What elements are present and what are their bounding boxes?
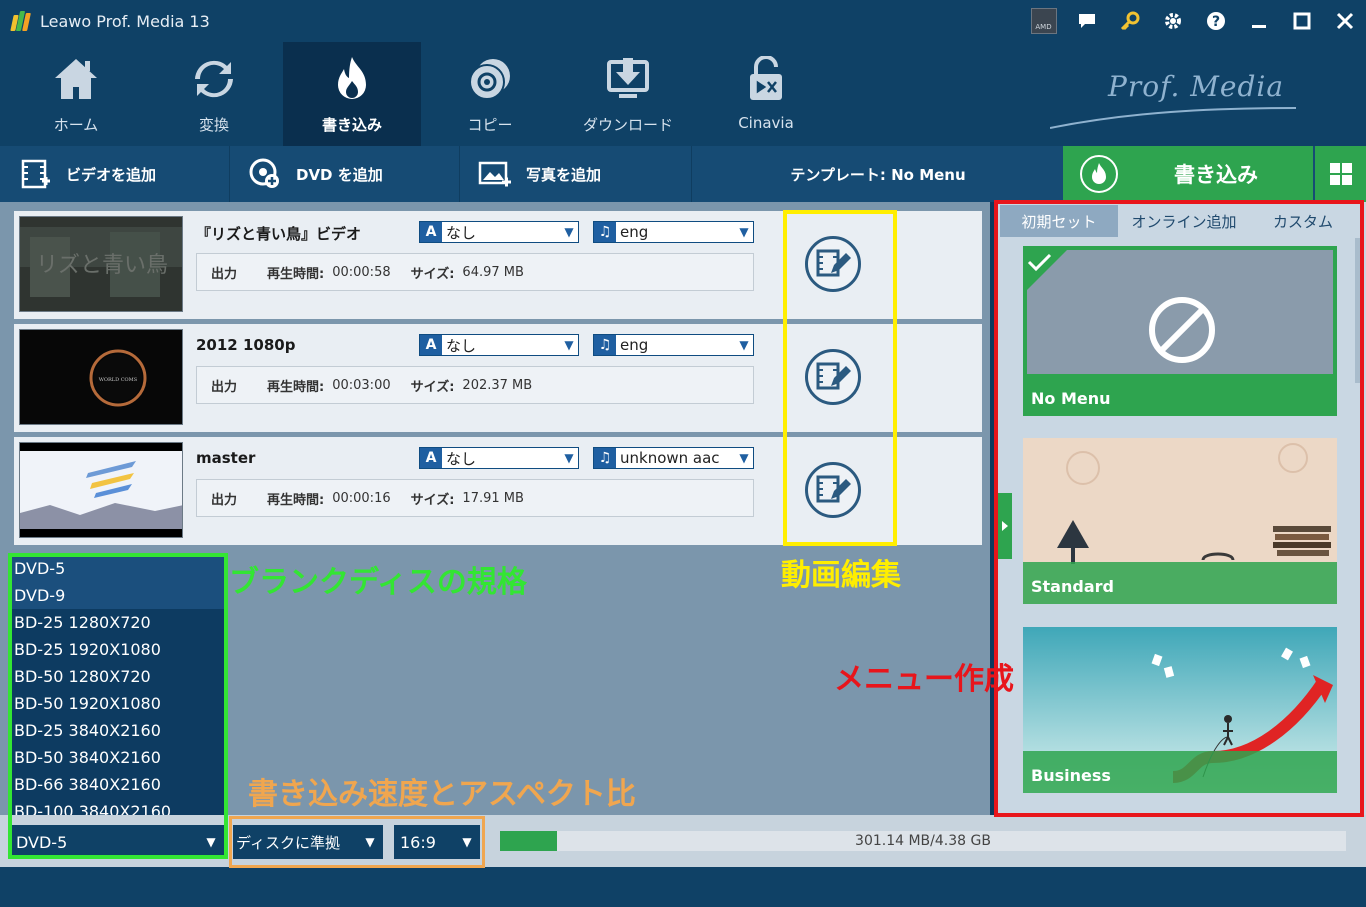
subtitle-icon: A — [420, 448, 442, 468]
add-photo-button[interactable]: 写真を追加 — [460, 146, 692, 202]
speed-aspect-highlight — [229, 816, 485, 868]
amd-badge[interactable]: AMD — [1022, 0, 1065, 42]
video-info: 出力 再生時間: 00:00:16 サイズ: 17.91 MB — [196, 479, 754, 517]
disc-spec-annotation: ブランクディスの規格 — [229, 565, 527, 600]
chevron-down-icon: ▼ — [564, 338, 574, 352]
svg-text:?: ? — [1211, 14, 1219, 30]
capacity-text: 301.14 MB/4.38 GB — [855, 833, 991, 849]
copy-disc-icon — [465, 54, 515, 104]
download-icon — [603, 54, 653, 104]
speed-aspect-annotation: 書き込み速度とアスペクト比 — [248, 777, 636, 812]
convert-icon — [189, 54, 239, 104]
close-button[interactable] — [1323, 0, 1366, 42]
subtitle-select[interactable]: A なし ▼ — [419, 221, 579, 243]
video-edit-highlight — [783, 210, 897, 546]
add-dvd-icon — [248, 157, 282, 191]
music-note-icon: ♫ — [594, 335, 616, 355]
cinavia-lock-icon — [741, 54, 791, 104]
brand-logo: Prof. Media — [1050, 62, 1300, 152]
disc-spec-highlight — [8, 553, 228, 859]
svg-text:リズと青い鳥: リズと青い鳥 — [36, 253, 168, 278]
maximize-button[interactable] — [1280, 0, 1323, 42]
audio-select[interactable]: ♫ eng ▼ — [593, 221, 754, 243]
home-icon — [51, 54, 101, 104]
add-photo-icon — [478, 157, 512, 191]
status-bar — [0, 867, 1366, 907]
video-thumbnail — [19, 442, 183, 538]
grid-icon — [1329, 163, 1352, 185]
chevron-down-icon: ▼ — [739, 338, 749, 352]
minimize-button[interactable] — [1237, 0, 1280, 42]
app-logo-icon — [10, 11, 34, 31]
gear-icon[interactable] — [1151, 0, 1194, 42]
chevron-down-icon: ▼ — [564, 225, 574, 239]
add-dvd-button[interactable]: DVD を追加 — [230, 146, 460, 202]
menu-create-annotation: メニュー作成 — [834, 662, 1014, 697]
burn-icon — [327, 54, 377, 104]
nav-burn[interactable]: 書き込み — [283, 42, 421, 146]
nav-home[interactable]: ホーム — [7, 42, 145, 146]
video-title: 『リズと青い鳥』ビデオ — [196, 225, 362, 243]
template-label: テンプレート: No Menu — [790, 165, 966, 184]
key-icon[interactable] — [1108, 0, 1151, 42]
add-video-button[interactable]: ビデオを追加 — [0, 146, 230, 202]
video-edit-annotation: 動画編集 — [781, 558, 901, 593]
nav-convert[interactable]: 変換 — [145, 42, 283, 146]
nav-download[interactable]: ダウンロード — [559, 42, 697, 146]
video-title: 2012 1080p — [196, 336, 296, 354]
video-info: 出力 再生時間: 00:00:58 サイズ: 64.97 MB — [196, 253, 754, 291]
music-note-icon: ♫ — [594, 222, 616, 242]
subtitle-icon: A — [420, 335, 442, 355]
chevron-down-icon: ▼ — [739, 225, 749, 239]
chevron-down-icon: ▼ — [564, 451, 574, 465]
help-icon[interactable]: ? — [1194, 0, 1237, 42]
grid-view-button[interactable] — [1315, 146, 1366, 202]
add-video-icon — [18, 157, 52, 191]
nav-copy[interactable]: コピー — [421, 42, 559, 146]
music-note-icon: ♫ — [594, 448, 616, 468]
main-nav: ホーム 変換 書き込み コピー ダウンロード Cinavia Prof. Med… — [0, 42, 1366, 146]
audio-select[interactable]: ♫ eng ▼ — [593, 334, 754, 356]
svg-text:WORLD COMS: WORLD COMS — [99, 377, 138, 383]
subtitle-select[interactable]: A なし ▼ — [419, 447, 579, 469]
video-title: master — [196, 449, 256, 467]
subtitle-icon: A — [420, 222, 442, 242]
title-bar: Leawo Prof. Media 13 AMD ? — [0, 0, 1366, 42]
app-title: Leawo Prof. Media 13 — [40, 11, 210, 31]
chat-icon[interactable] — [1065, 0, 1108, 42]
flame-icon — [1080, 155, 1118, 193]
video-thumbnail: WORLD COMS — [19, 329, 183, 425]
subtitle-select[interactable]: A なし ▼ — [419, 334, 579, 356]
chevron-down-icon: ▼ — [739, 451, 749, 465]
nav-cinavia[interactable]: Cinavia — [697, 42, 835, 146]
video-thumbnail: リズと青い鳥 — [19, 216, 183, 312]
audio-select[interactable]: ♫ unknown aac ▼ — [593, 447, 754, 469]
burn-button[interactable]: 書き込み — [1063, 146, 1313, 202]
menu-create-highlight — [994, 200, 1364, 817]
window-tools: AMD ? — [1022, 0, 1366, 42]
video-info: 出力 再生時間: 00:03:00 サイズ: 202.37 MB — [196, 366, 754, 404]
